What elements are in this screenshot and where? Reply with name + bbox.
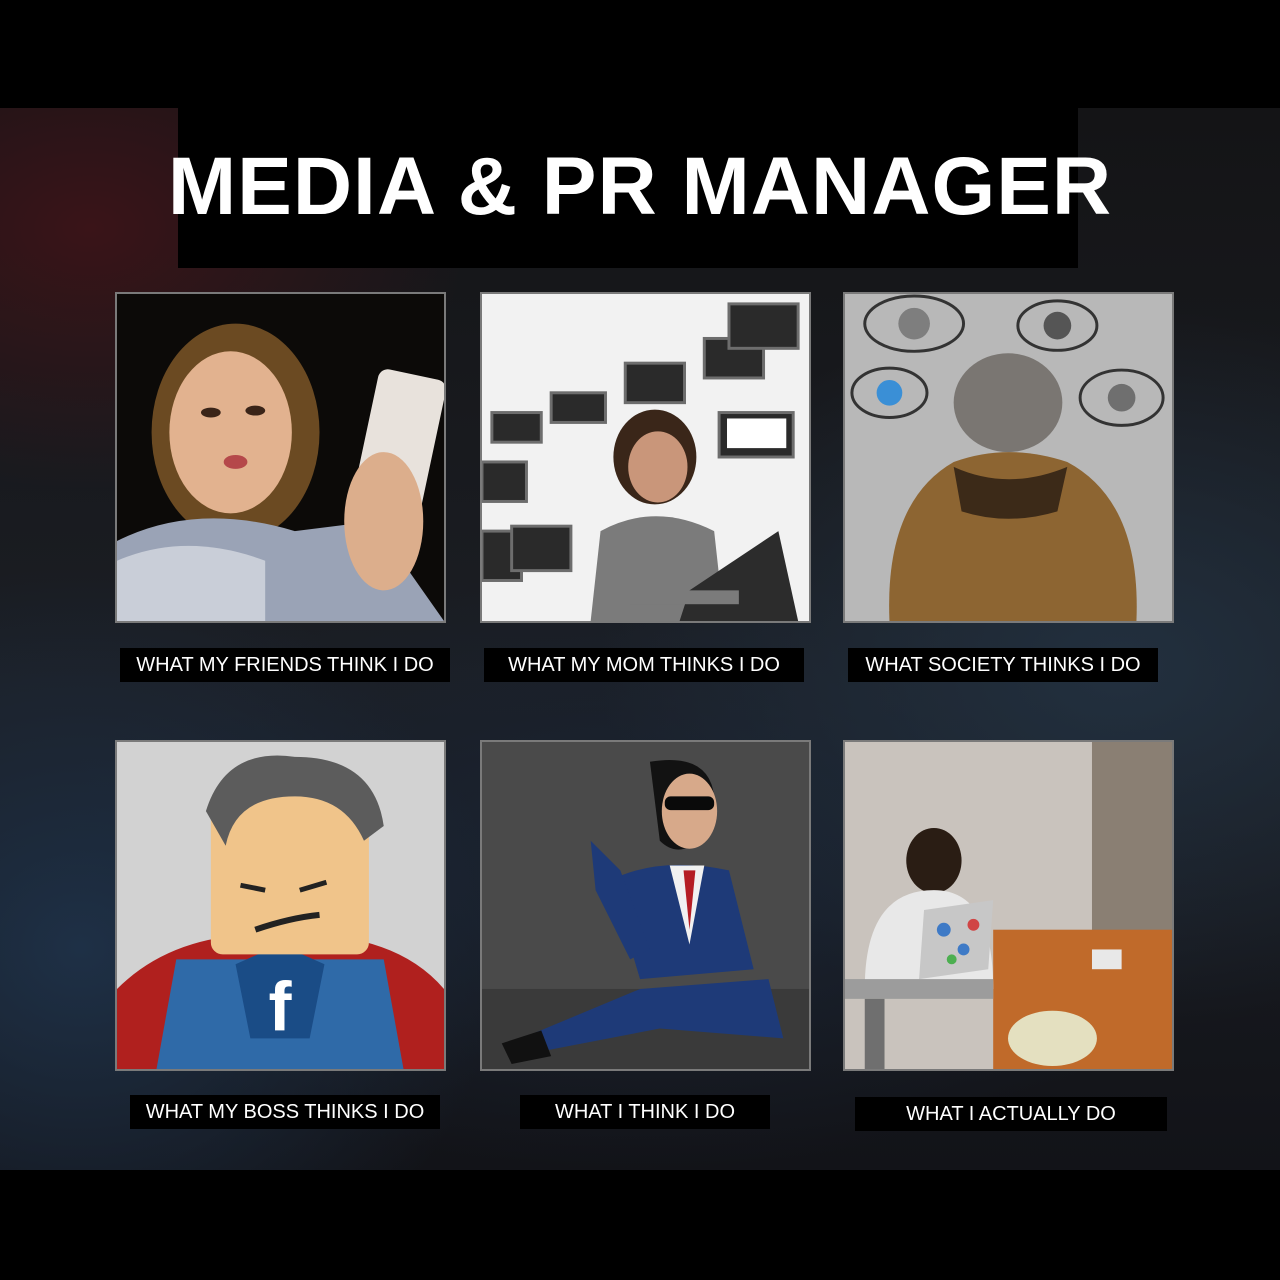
svg-text:f: f (268, 967, 292, 1045)
panel-mom-photo (480, 292, 811, 623)
page-title: MEDIA & PR MANAGER (167, 141, 1113, 232)
panel-friends-photo (115, 292, 446, 623)
panel-society-photo (843, 292, 1174, 623)
bottom-band (0, 1170, 1280, 1280)
panel-boss-photo: f (115, 740, 446, 1071)
caption-friends: WHAT MY FRIENDS THINK I DO (120, 648, 450, 682)
caption-mom: WHAT MY MOM THINKS I DO (484, 648, 804, 682)
caption-reality: WHAT I ACTUALLY DO (855, 1097, 1167, 1131)
caption-self: WHAT I THINK I DO (520, 1095, 770, 1129)
caption-society: WHAT SOCIETY THINKS I DO (848, 648, 1158, 682)
panel-reality-photo (843, 740, 1174, 1071)
panel-self-image-photo (480, 740, 811, 1071)
caption-boss: WHAT MY BOSS THINKS I DO (130, 1095, 440, 1129)
